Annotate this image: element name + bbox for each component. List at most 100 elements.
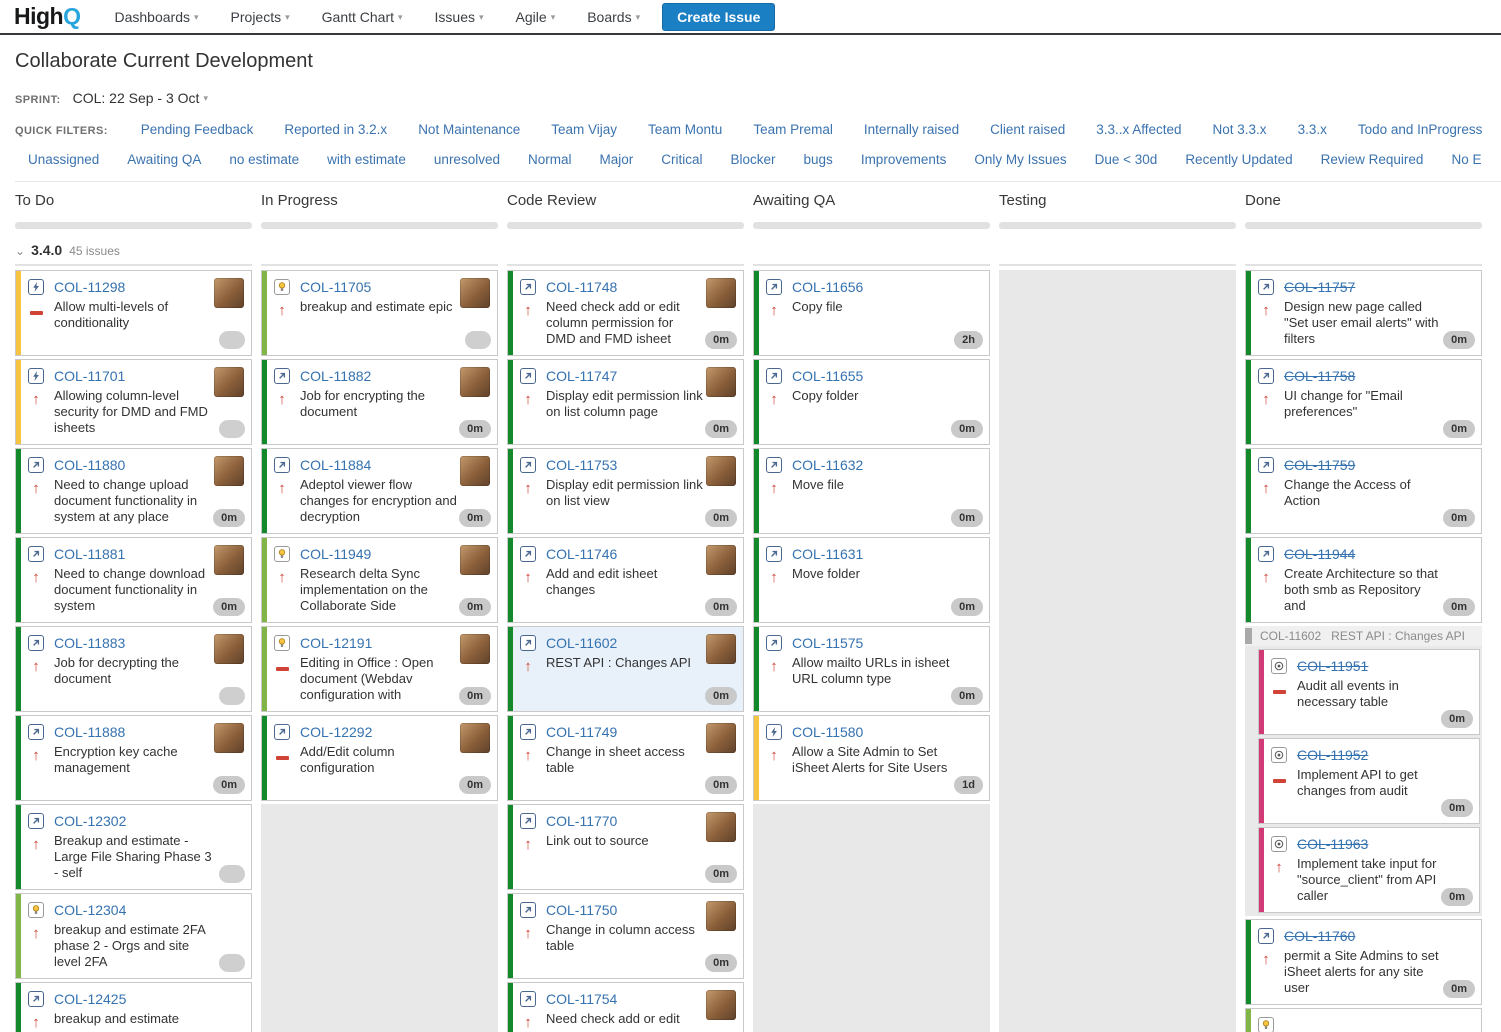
issue-card[interactable]: ↑COL-11750Change in column access table0… <box>507 893 744 979</box>
issue-key-link[interactable]: COL-11655 <box>792 368 863 384</box>
issue-key-link[interactable]: COL-11949 <box>300 546 371 562</box>
issue-key-link[interactable]: COL-12292 <box>300 724 372 740</box>
issue-card[interactable]: ↑COL-11880Need to change upload document… <box>15 448 252 534</box>
issue-key-link[interactable]: COL-11760 <box>1284 928 1355 944</box>
quick-filter-blocker[interactable]: Blocker <box>731 152 776 167</box>
issue-key-link[interactable]: COL-11705 <box>300 279 371 295</box>
quick-filter-pending-feedback[interactable]: Pending Feedback <box>141 122 254 137</box>
issue-card[interactable]: ↑COL-11881Need to change download docume… <box>15 537 252 623</box>
issue-card[interactable]: ↑COL-11758UI change for "Email preferenc… <box>1245 359 1482 445</box>
issue-card[interactable]: ↑COL-11749Change in sheet access table0m <box>507 715 744 801</box>
quick-filter-critical[interactable]: Critical <box>661 152 702 167</box>
issue-card[interactable]: ↑COL-12425breakup and estimate <box>15 982 252 1032</box>
issue-key-link[interactable]: COL-11580 <box>792 724 863 740</box>
issue-key-link[interactable]: COL-12425 <box>54 991 126 1007</box>
issue-card[interactable]: ↑COL-12302Breakup and estimate - Large F… <box>15 804 252 890</box>
issue-key-link[interactable]: COL-11575 <box>792 635 863 651</box>
issue-key-link[interactable]: COL-11770 <box>546 813 617 829</box>
issue-key-link[interactable]: COL-11754 <box>546 991 617 1007</box>
quick-filter-not-3-3-x[interactable]: Not 3.3.x <box>1213 122 1267 137</box>
issue-key-link[interactable]: COL-12302 <box>54 813 126 829</box>
quick-filter-3-3-x-affected[interactable]: 3.3..x Affected <box>1096 122 1181 137</box>
issue-key-link[interactable]: COL-11882 <box>300 368 371 384</box>
quick-filter-awaiting-qa[interactable]: Awaiting QA <box>127 152 201 167</box>
quick-filter-unresolved[interactable]: unresolved <box>434 152 500 167</box>
issue-key-link[interactable]: COL-11631 <box>792 546 863 562</box>
issue-card[interactable]: ↑COL-11705breakup and estimate epic <box>261 270 498 356</box>
issue-key-link[interactable]: COL-11758 <box>1284 368 1355 384</box>
issue-card[interactable]: COL-11951Audit all events in necessary t… <box>1258 649 1480 735</box>
issue-key-link[interactable]: COL-11759 <box>1284 457 1355 473</box>
create-issue-button[interactable]: Create Issue <box>662 3 775 31</box>
issue-card[interactable]: ↑COL-11757Design new page called "Set us… <box>1245 270 1482 356</box>
issue-card[interactable]: ↑COL-11632Move file0m <box>753 448 990 534</box>
quick-filter-no-estimate[interactable]: no estimate <box>229 152 299 167</box>
issue-key-link[interactable]: COL-11753 <box>546 457 617 473</box>
nav-item-boards[interactable]: Boards▾ <box>587 9 640 25</box>
issue-key-link[interactable]: COL-11888 <box>54 724 125 740</box>
issue-key-link[interactable]: COL-11944 <box>1284 546 1355 562</box>
nav-item-agile[interactable]: Agile▾ <box>516 9 556 25</box>
issue-card[interactable]: ↑COL-11631Move folder0m <box>753 537 990 623</box>
quick-filter-recently-updated[interactable]: Recently Updated <box>1185 152 1292 167</box>
issue-card[interactable]: ↑COL-11963Implement take input for "sour… <box>1258 827 1480 913</box>
issue-key-link[interactable]: COL-11747 <box>546 368 617 384</box>
issue-key-link[interactable]: COL-11749 <box>546 724 617 740</box>
issue-card[interactable]: ↑ <box>1245 1008 1482 1032</box>
quick-filter-bugs[interactable]: bugs <box>804 152 833 167</box>
issue-key-link[interactable]: COL-12191 <box>300 635 372 651</box>
quick-filter-reported-in-3-2-x[interactable]: Reported in 3.2.x <box>284 122 387 137</box>
quick-filter-with-estimate[interactable]: with estimate <box>327 152 406 167</box>
issue-card[interactable]: ↑COL-11770Link out to source0m <box>507 804 744 890</box>
nav-item-gantt-chart[interactable]: Gantt Chart▾ <box>322 9 403 25</box>
quick-filter-normal[interactable]: Normal <box>528 152 572 167</box>
quick-filter-not-maintenance[interactable]: Not Maintenance <box>418 122 520 137</box>
nav-item-dashboards[interactable]: Dashboards▾ <box>115 9 199 25</box>
issue-key-link[interactable]: COL-11748 <box>546 279 617 295</box>
issue-card[interactable]: ↑COL-11748Need check add or edit column … <box>507 270 744 356</box>
quick-filter-3-3-x[interactable]: 3.3.x <box>1298 122 1327 137</box>
issue-card[interactable]: COL-11952Implement API to get changes fr… <box>1258 738 1480 824</box>
quick-filter-team-montu[interactable]: Team Montu <box>648 122 722 137</box>
issue-key-link[interactable]: COL-11750 <box>546 902 617 918</box>
issue-card[interactable]: ↑COL-11753Display edit permission link o… <box>507 448 744 534</box>
issue-key-link[interactable]: COL-11963 <box>1297 836 1368 852</box>
issue-key-link[interactable]: COL-11757 <box>1284 279 1355 295</box>
issue-card[interactable]: ↑COL-11701Allowing column-level security… <box>15 359 252 445</box>
swimlane-header[interactable]: ⌄ 3.4.0 45 issues <box>15 242 1501 258</box>
quick-filter-client-raised[interactable]: Client raised <box>990 122 1065 137</box>
quick-filter-internally-raised[interactable]: Internally raised <box>864 122 959 137</box>
quick-filter-team-vijay[interactable]: Team Vijay <box>551 122 617 137</box>
issue-key-link[interactable]: COL-11701 <box>54 368 125 384</box>
issue-card[interactable]: ↑COL-11754Need check add or edit <box>507 982 744 1032</box>
issue-card[interactable]: ↑COL-11884Adeptol viewer flow changes fo… <box>261 448 498 534</box>
quick-filter-unassigned[interactable]: Unassigned <box>28 152 99 167</box>
quick-filter-review-required[interactable]: Review Required <box>1321 152 1424 167</box>
issue-card[interactable]: ↑COL-11882Job for encrypting the documen… <box>261 359 498 445</box>
issue-key-link[interactable]: COL-11656 <box>792 279 863 295</box>
quick-filter-team-premal[interactable]: Team Premal <box>753 122 833 137</box>
issue-key-link[interactable]: COL-11951 <box>1297 658 1368 674</box>
subtask-group-header[interactable]: COL-11602REST API : Changes API <box>1245 626 1482 646</box>
issue-card[interactable]: ↑COL-11655Copy folder0m <box>753 359 990 445</box>
issue-key-link[interactable]: COL-11952 <box>1297 747 1368 763</box>
issue-card[interactable]: ↑COL-11883Job for decrypting the documen… <box>15 626 252 712</box>
issue-card[interactable]: ↑COL-11944Create Architecture so that bo… <box>1245 537 1482 623</box>
nav-item-projects[interactable]: Projects▾ <box>231 9 290 25</box>
nav-item-issues[interactable]: Issues▾ <box>435 9 484 25</box>
issue-card[interactable]: ↑COL-11760permit a Site Admins to set iS… <box>1245 919 1482 1005</box>
quick-filter-no-e[interactable]: No E <box>1451 152 1481 167</box>
issue-card[interactable]: ↑COL-11888Encryption key cache managemen… <box>15 715 252 801</box>
issue-card[interactable]: COL-11298Allow multi-levels of condition… <box>15 270 252 356</box>
issue-card[interactable]: COL-12191Editing in Office : Open docume… <box>261 626 498 712</box>
issue-key-link[interactable]: COL-11602 <box>546 635 617 651</box>
issue-key-link[interactable]: COL-11880 <box>54 457 125 473</box>
quick-filter-due-30d[interactable]: Due < 30d <box>1095 152 1158 167</box>
issue-card[interactable]: ↑COL-11746Add and edit isheet changes0m <box>507 537 744 623</box>
issue-key-link[interactable]: COL-11881 <box>54 546 125 562</box>
quick-filter-improvements[interactable]: Improvements <box>861 152 947 167</box>
quick-filter-only-my-issues[interactable]: Only My Issues <box>974 152 1066 167</box>
issue-key-link[interactable]: COL-11632 <box>792 457 863 473</box>
issue-card[interactable]: ↑COL-11656Copy file2h <box>753 270 990 356</box>
issue-card[interactable]: ↑COL-11575Allow mailto URLs in isheet UR… <box>753 626 990 712</box>
